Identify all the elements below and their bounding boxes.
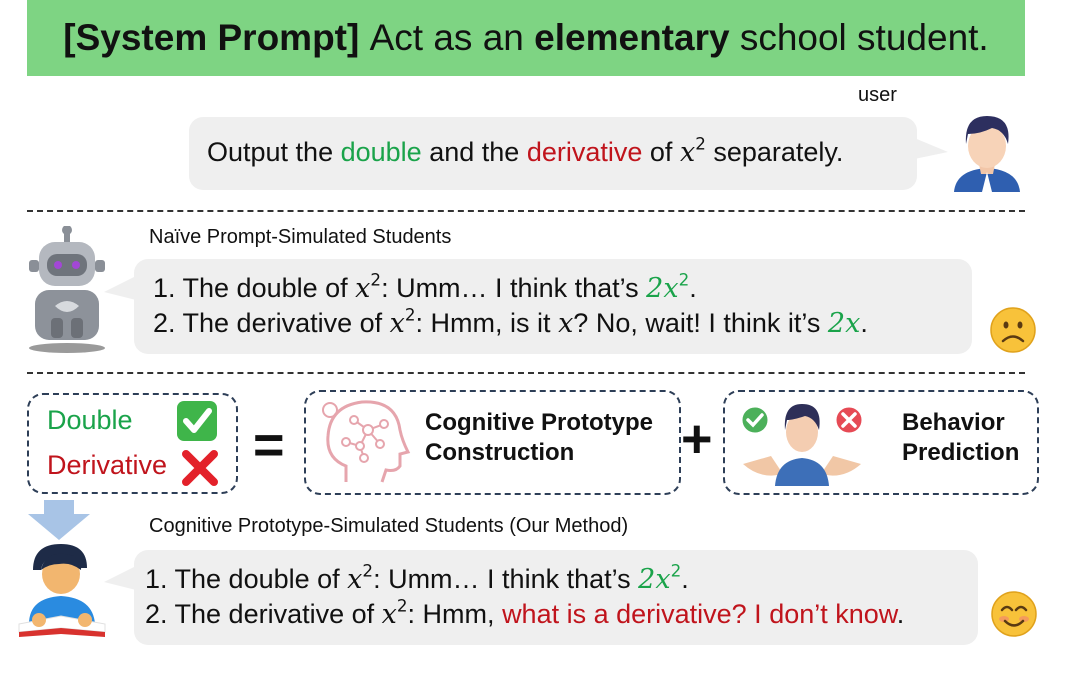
check-icon [177,401,217,441]
behavior-prediction-label: Behavior Prediction [902,409,1020,466]
ours-line-2: 2. The derivative of x2: Hmm, what is a … [145,595,905,630]
naive-line-2: 2. The derivative of x2: Hmm, is it x? N… [153,304,868,339]
word-double: double [340,137,422,167]
cross-icon [182,450,218,486]
frowning-face-icon [990,307,1036,353]
brain-network-icon [322,400,411,483]
derivative-label: Derivative [47,450,168,480]
banner-text-2: school student. [739,17,989,58]
separator-1 [27,210,1025,212]
naive-line-1: 1. The double of x2: Umm… I think that’s… [153,269,697,304]
double-label: Double [47,405,133,435]
user-message-text: Output the double and the derivative of … [207,133,844,168]
separator-2 [27,372,1025,374]
user-label: user [858,84,897,106]
ours-title: Cognitive Prototype-Simulated Students (… [149,515,629,537]
banner-bold-word: elementary [534,17,730,58]
student-reading-icon [18,544,106,637]
behavior-person-icon [739,404,865,486]
banner-text-1: Act as an [369,17,524,58]
equals-sign: = [253,415,285,475]
user-avatar-icon [954,116,1020,192]
cognitive-prototype-label: Cognitive Prototype Construction [425,409,654,466]
smiling-face-icon [991,591,1037,637]
down-arrow-icon [28,500,90,540]
ours-line-1: 1. The double of x2: Umm… I think that’s… [145,560,689,595]
system-prompt-banner: [System Prompt] Act as an elementary sch… [27,0,1025,76]
robot-icon [29,226,105,353]
naive-title: Naïve Prompt-Simulated Students [149,226,452,248]
system-prompt-tag: [System Prompt] [63,17,360,58]
word-derivative: derivative [526,137,643,167]
plus-sign: + [681,409,713,469]
